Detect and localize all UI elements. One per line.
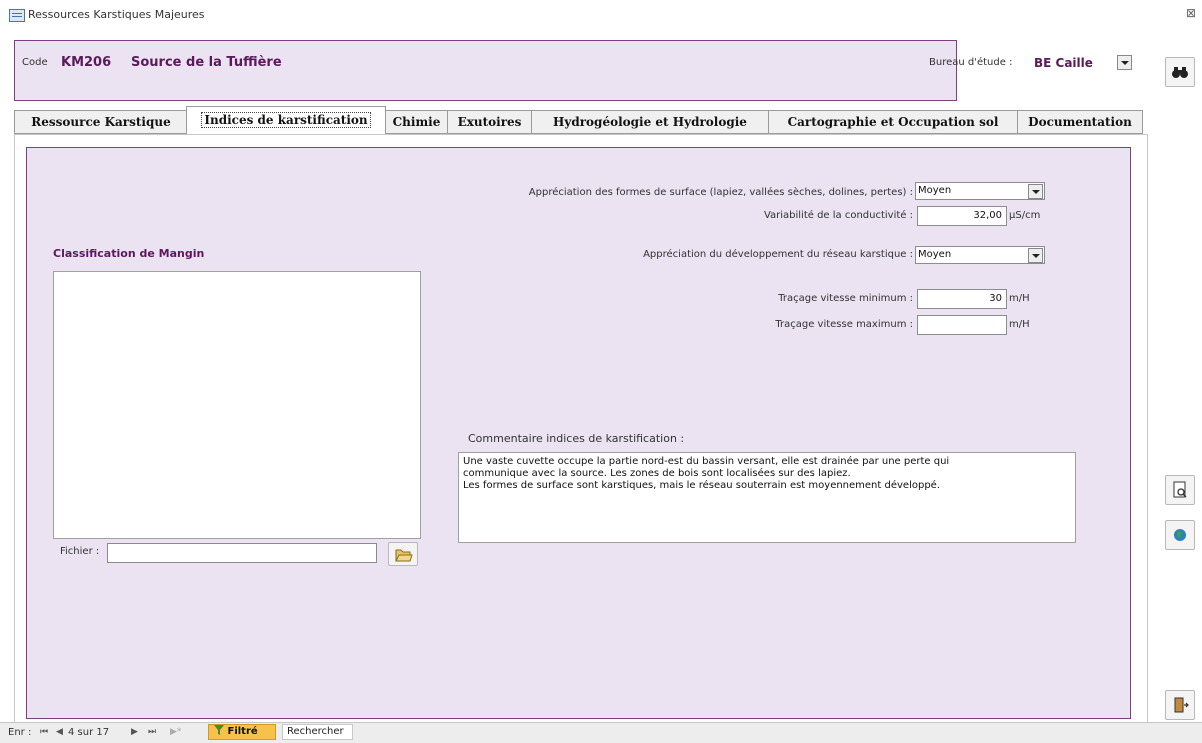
globe-icon [1174,529,1186,541]
first-record-icon[interactable]: ⏮ [40,727,48,737]
code-value: KM206 [61,55,112,70]
tab-indices-karstification[interactable]: Indices de karstification [186,106,386,135]
chevron-down-icon[interactable] [1028,184,1043,199]
mangin-classification-title: Classification de Mangin [53,247,205,260]
surface-forms-value: Moyen [918,185,952,196]
network-development-label: Appréciation du développement du réseau … [643,249,913,260]
conductivity-input[interactable]: 32,00 [917,206,1007,226]
speed-max-label: Traçage vitesse maximum : [775,319,913,330]
new-record-icon[interactable]: ▶* [170,727,181,737]
tab-hydrogeologie[interactable]: Hydrogéologie et Hydrologie [531,110,769,134]
exit-button[interactable] [1165,690,1195,720]
record-header-panel [14,40,957,101]
file-path-input[interactable] [107,543,377,563]
browse-file-button[interactable] [388,542,418,566]
speed-min-unit: m/H [1009,293,1030,304]
conductivity-label: Variabilité de la conductivité : [763,210,913,221]
comment-textarea[interactable]: Une vaste cuvette occupe la partie nord-… [458,452,1076,543]
print-preview-button[interactable] [1165,475,1195,505]
window-title: Ressources Karstiques Majeures [28,8,205,21]
speed-max-input[interactable] [917,315,1007,335]
tab-ressource-karstique[interactable]: Ressource Karstique [14,110,188,134]
record-label: Enr : [8,727,32,738]
file-label: Fichier : [60,546,100,557]
comment-line: communique avec la source. Les zones de … [463,468,851,479]
filter-label: Filtré [227,726,258,737]
previous-record-icon[interactable]: ◀ [56,727,63,737]
tab-label: Indices de karstification [201,112,371,128]
speed-min-input[interactable]: 30 [917,289,1007,309]
conductivity-unit: µS/cm [1009,210,1041,221]
record-position[interactable]: 4 sur 17 [68,727,109,738]
tab-chimie[interactable]: Chimie [385,110,448,134]
comment-line: Les formes de surface sont karstiques, m… [463,480,940,491]
network-development-value: Moyen [918,249,952,260]
tab-cartographie[interactable]: Cartographie et Occupation sol [768,110,1018,134]
mangin-image-frame[interactable] [53,271,421,539]
binoculars-icon [1172,67,1188,78]
next-record-icon[interactable]: ▶ [131,727,138,737]
search-button[interactable] [1165,57,1195,87]
surface-forms-select[interactable]: Moyen [915,182,1045,200]
code-label: Code [22,57,48,68]
record-search-input[interactable]: Rechercher [282,724,353,740]
comment-line: Une vaste cuvette occupe la partie nord-… [463,456,950,467]
filter-status-button[interactable]: Filtré [208,724,276,740]
site-name: Source de la Tuffière [131,55,282,70]
close-icon[interactable]: ⊠ [1186,6,1196,20]
comment-label: Commentaire indices de karstification : [468,432,685,445]
last-record-icon[interactable]: ⏭ [148,727,156,737]
filter-funnel-icon [214,725,224,735]
chevron-down-icon[interactable] [1028,248,1043,263]
tab-exutoires[interactable]: Exutoires [447,110,532,134]
bureau-dropdown-button[interactable] [1117,55,1132,70]
form-icon [9,9,25,22]
surface-forms-label: Appréciation des formes de surface (lapi… [528,187,913,198]
exit-door-icon [1174,697,1189,713]
print-preview-icon [1173,481,1187,498]
folder-open-icon [395,549,413,562]
speed-min-label: Traçage vitesse minimum : [778,293,913,304]
tab-documentation[interactable]: Documentation [1017,110,1143,134]
network-development-select[interactable]: Moyen [915,246,1045,264]
web-link-button[interactable] [1165,520,1195,550]
bureau-label: Bureau d'étude : [929,57,1013,68]
bureau-value[interactable]: BE Caille [1034,56,1093,70]
speed-max-unit: m/H [1009,319,1030,330]
